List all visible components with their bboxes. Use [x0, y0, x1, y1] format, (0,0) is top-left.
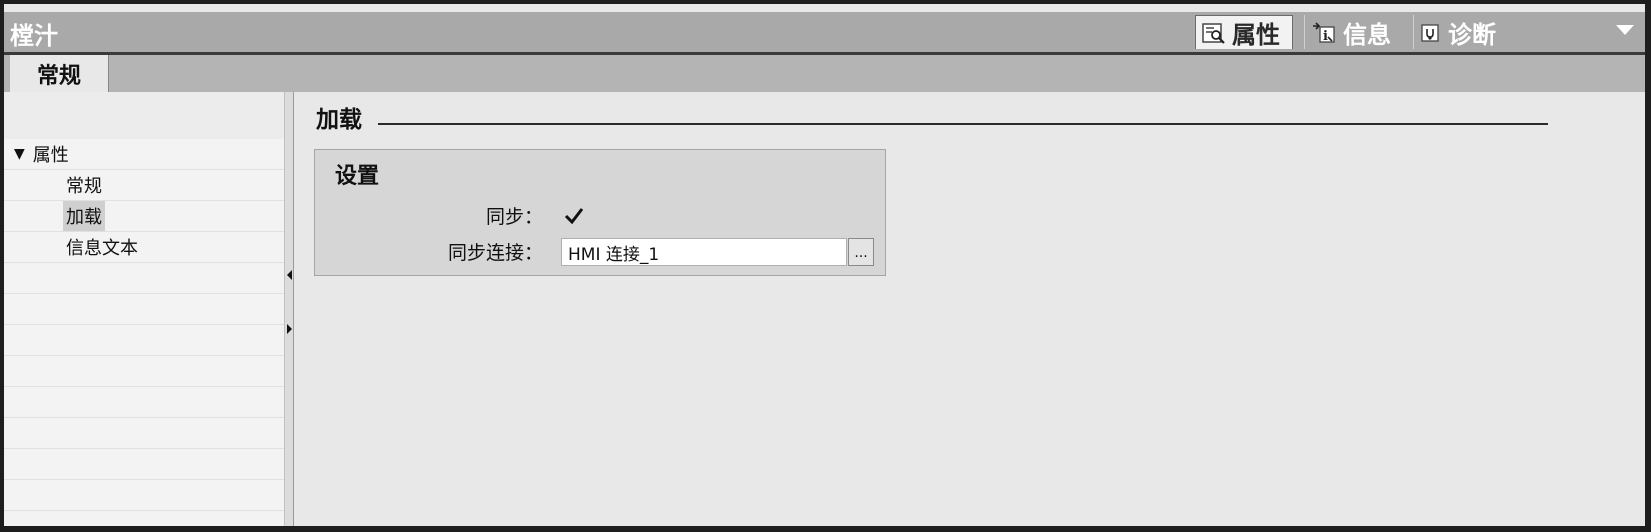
- nav-empty-row: [4, 387, 284, 418]
- left-navigation: ▼ 属性 常规 加载 信息文本: [4, 92, 294, 526]
- sync-label: 同步：: [485, 206, 543, 228]
- info-icon: i: [1311, 21, 1337, 43]
- title-bar: 樘汁 属性 i 信息 诊断: [4, 12, 1645, 55]
- section-title: 加载: [316, 107, 362, 133]
- nav-item-label: 加载: [63, 201, 105, 231]
- tab-properties[interactable]: 属性: [1195, 15, 1293, 49]
- collapse-left-icon[interactable]: [286, 266, 293, 285]
- nav-item-info-text[interactable]: 信息文本: [4, 232, 284, 263]
- nav-group-label: 属性: [32, 145, 69, 166]
- nav-item-label: 常规: [66, 176, 102, 197]
- nav-group-properties[interactable]: ▼ 属性: [4, 139, 284, 170]
- tab-properties-label: 属性: [1232, 21, 1280, 49]
- chevron-down-icon[interactable]: [1615, 22, 1635, 41]
- browse-button[interactable]: ...: [848, 238, 874, 266]
- svg-text:i: i: [1323, 29, 1328, 43]
- section-tab-row: 常规: [4, 55, 1645, 92]
- tab-info[interactable]: i 信息: [1304, 15, 1401, 49]
- inspector-window: 樘汁 属性 i 信息 诊断 常规 ▼ 属性 常规 加载 信息文本 加载 设置 同…: [4, 4, 1645, 526]
- tab-diagnostics[interactable]: 诊断: [1413, 15, 1506, 49]
- nav-header-area: [4, 92, 284, 139]
- nav-item-load[interactable]: 加载: [4, 201, 284, 232]
- nav-empty-row: [4, 449, 284, 480]
- nav-empty-row: [4, 325, 284, 356]
- sync-connection-field[interactable]: [561, 238, 847, 266]
- diagnostics-icon: [1420, 21, 1442, 43]
- tab-diagnostics-label: 诊断: [1448, 20, 1496, 49]
- nav-item-label: 信息文本: [66, 238, 138, 259]
- nav-empty-row: [4, 294, 284, 325]
- section-divider: [378, 123, 1548, 125]
- content-panel: 加载 设置 同步： 同步连接： ...: [294, 92, 1645, 526]
- nav-item-general[interactable]: 常规: [4, 170, 284, 201]
- nav-empty-row: [4, 418, 284, 449]
- checkmark-icon: [564, 208, 584, 225]
- tab-general[interactable]: 常规: [10, 55, 109, 92]
- expand-triangle-icon[interactable]: ▼: [14, 146, 25, 162]
- nav-empty-row: [4, 263, 284, 294]
- tab-info-label: 信息: [1343, 20, 1391, 49]
- sync-connection-label: 同步连接：: [447, 242, 543, 264]
- panel-splitter[interactable]: [284, 92, 294, 526]
- window-title: 樘汁: [10, 22, 58, 50]
- properties-icon: [1202, 22, 1226, 44]
- nav-empty-row: [4, 356, 284, 387]
- sync-checkbox[interactable]: [563, 205, 585, 227]
- expand-right-icon[interactable]: [286, 320, 293, 339]
- settings-group: 设置 同步： 同步连接： ...: [314, 149, 886, 276]
- nav-empty-row: [4, 480, 284, 511]
- settings-title: 设置: [335, 164, 380, 189]
